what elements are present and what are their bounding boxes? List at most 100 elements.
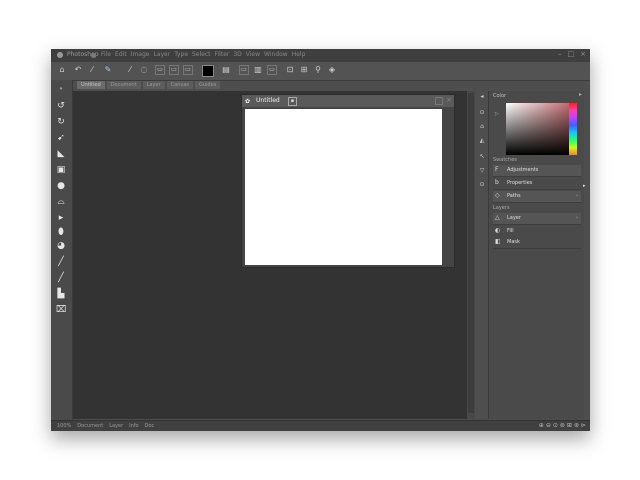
menu-file[interactable]: File [101,51,111,58]
align-left-icon[interactable]: ▭ [239,65,249,75]
menu-layer[interactable]: Layer [153,51,170,58]
crop-icon[interactable]: ▭ [169,65,179,75]
panel-row-label: Paths [507,193,521,199]
swatches-section-label: Swatches [493,157,517,163]
app-logo-icon [57,52,63,58]
pen-tool-icon[interactable]: ╱ [55,272,67,284]
menu-type[interactable]: Type [174,51,188,58]
align-right-icon[interactable]: ▭ [267,65,277,75]
home-icon[interactable]: ⌂ [57,65,67,75]
shape-tool-icon[interactable]: ⌧ [55,304,67,316]
grid-icon[interactable]: ▤ [221,65,231,75]
brush-icon[interactable]: ✎ [103,65,113,75]
document-window[interactable]: ✿ Untitled ▪ × [242,95,454,267]
swatches-panel-icon[interactable]: ⌂ [478,123,486,131]
history-panel-icon[interactable]: ↖ [478,153,486,161]
settings-icon[interactable]: ⊛ [574,422,579,429]
panel-row-adjustments[interactable]: F Adjustments [493,165,581,177]
hue-slider[interactable] [569,103,577,155]
color-panel-icon[interactable]: ⊙ [478,109,486,117]
heal-tool-icon[interactable]: ⌓ [55,196,67,208]
adjustments-icon: F [495,166,499,173]
arrange-icon[interactable]: ⊞ [299,65,309,75]
arrow-icon[interactable]: ⊳ [581,422,586,429]
brush-tool-icon[interactable]: ▸ [55,212,67,224]
menu-dot-icon [91,53,96,58]
help-icon[interactable]: ◈ [327,65,337,75]
frame-icon[interactable]: ▭ [183,65,193,75]
tools-collapse-icon[interactable]: » [55,83,67,95]
zoom-out-icon[interactable]: ⊖ [546,422,551,429]
document-titlebar[interactable]: ✿ Untitled ▪ × [242,95,454,107]
canvas[interactable] [245,109,442,265]
document-close-button[interactable]: × [446,96,452,104]
menu-list: File Edit Image Layer Type Select Filter… [101,51,305,58]
lasso-tool-icon[interactable]: ↺ [55,100,67,112]
color-swatch[interactable] [202,65,214,77]
menu-filter[interactable]: Filter [215,51,230,58]
chevron-right-icon[interactable]: › [576,193,578,199]
rotate-icon[interactable]: ⊚ [560,422,565,429]
properties-panel-icon[interactable]: ▽ [478,167,486,175]
rotate-tool-icon[interactable]: ↻ [55,116,67,128]
tab-canvas[interactable]: Canvas [166,81,193,89]
fit-icon[interactable]: ⊙ [553,422,558,429]
menu-edit[interactable]: Edit [115,51,127,58]
zoom-in-icon[interactable]: ⊕ [539,422,544,429]
document-title: Untitled [256,97,280,104]
layers-panel-icon[interactable]: ⊙ [478,181,486,189]
text-tool-icon[interactable]: ▙ [55,288,67,300]
eyedropper-icon[interactable]: ⁄ [125,65,135,75]
expand-icon[interactable]: ◂ [478,93,486,101]
panel-icon-strip: ◂ ⊙ ⌂ ◭ ↖ ▽ ⊙ [476,91,488,231]
eraser-tool-icon[interactable]: ◕ [55,240,67,252]
status-doc: Doc [144,423,155,429]
minimize-button[interactable]: – [558,50,562,58]
menu-3d[interactable]: 3D [233,51,241,58]
panel-row-properties[interactable]: b Properties [493,178,581,190]
color-picker[interactable] [506,103,577,155]
crop-tool-icon[interactable]: ◣ [55,148,67,160]
panel-toggle-icon[interactable]: ▷ [495,111,499,117]
status-zoom[interactable]: 100% [57,423,71,429]
tab-untitled[interactable]: Untitled [77,81,105,89]
menu-select[interactable]: Select [192,51,211,58]
chevron-right-icon[interactable]: › [576,215,578,221]
back-icon[interactable]: ↶ [73,65,83,75]
grid-icon[interactable]: ⊞ [567,422,572,429]
pen-icon[interactable]: ⁄ [87,65,97,75]
panel-row-mask[interactable]: ◧ Mask [493,237,581,249]
menu-image[interactable]: Image [131,51,150,58]
frame-tool-icon[interactable]: ▣ [55,164,67,176]
close-button[interactable]: × [580,50,586,58]
panel-row-layer[interactable]: △ Layer › [493,213,581,225]
vertical-scrollbar[interactable] [467,91,475,419]
status-layer: Layer [109,423,124,429]
tint-icon[interactable]: ◌ [139,65,149,75]
panel-collapse-icon[interactable]: ▸ [579,91,582,98]
layers-icon[interactable]: ▭ [155,65,165,75]
tools-panel: » ↺ ↻ ➹ ◣ ▣ ● ⌓ ▸ ⬮ ◕ ╱ ╱ ▙ ⌧ [51,80,73,420]
maximize-button[interactable]: □ [568,50,575,58]
tab-guides[interactable]: Guides [195,81,221,89]
paths-icon: ◇ [495,192,500,199]
document-tabs: Untitled Document Layer Canvas Guides [77,81,221,90]
scrollbar-thumb[interactable] [468,93,474,413]
eyedropper-tool-icon[interactable]: ● [55,180,67,192]
document-minimize-button[interactable] [435,97,443,105]
zoom-icon[interactable]: ⚲ [313,65,323,75]
mask-icon: ◧ [495,238,501,245]
panel-row-paths[interactable]: ◇ Paths › [493,191,581,203]
menu-window[interactable]: Window [264,51,288,58]
panel-edge-caret-icon[interactable]: ▸ [583,183,586,189]
align-center-icon[interactable]: ▥ [253,65,263,75]
menu-view[interactable]: View [246,51,260,58]
adjust-panel-icon[interactable]: ◭ [478,137,486,145]
menu-help[interactable]: Help [292,51,306,58]
tab-layer[interactable]: Layer [142,81,165,89]
transform-icon[interactable]: ⊡ [285,65,295,75]
tab-document[interactable]: Document [106,81,141,89]
gradient-tool-icon[interactable]: ╱ [55,256,67,268]
quick-select-tool-icon[interactable]: ➹ [55,132,67,144]
clone-tool-icon[interactable]: ⬮ [55,226,67,238]
